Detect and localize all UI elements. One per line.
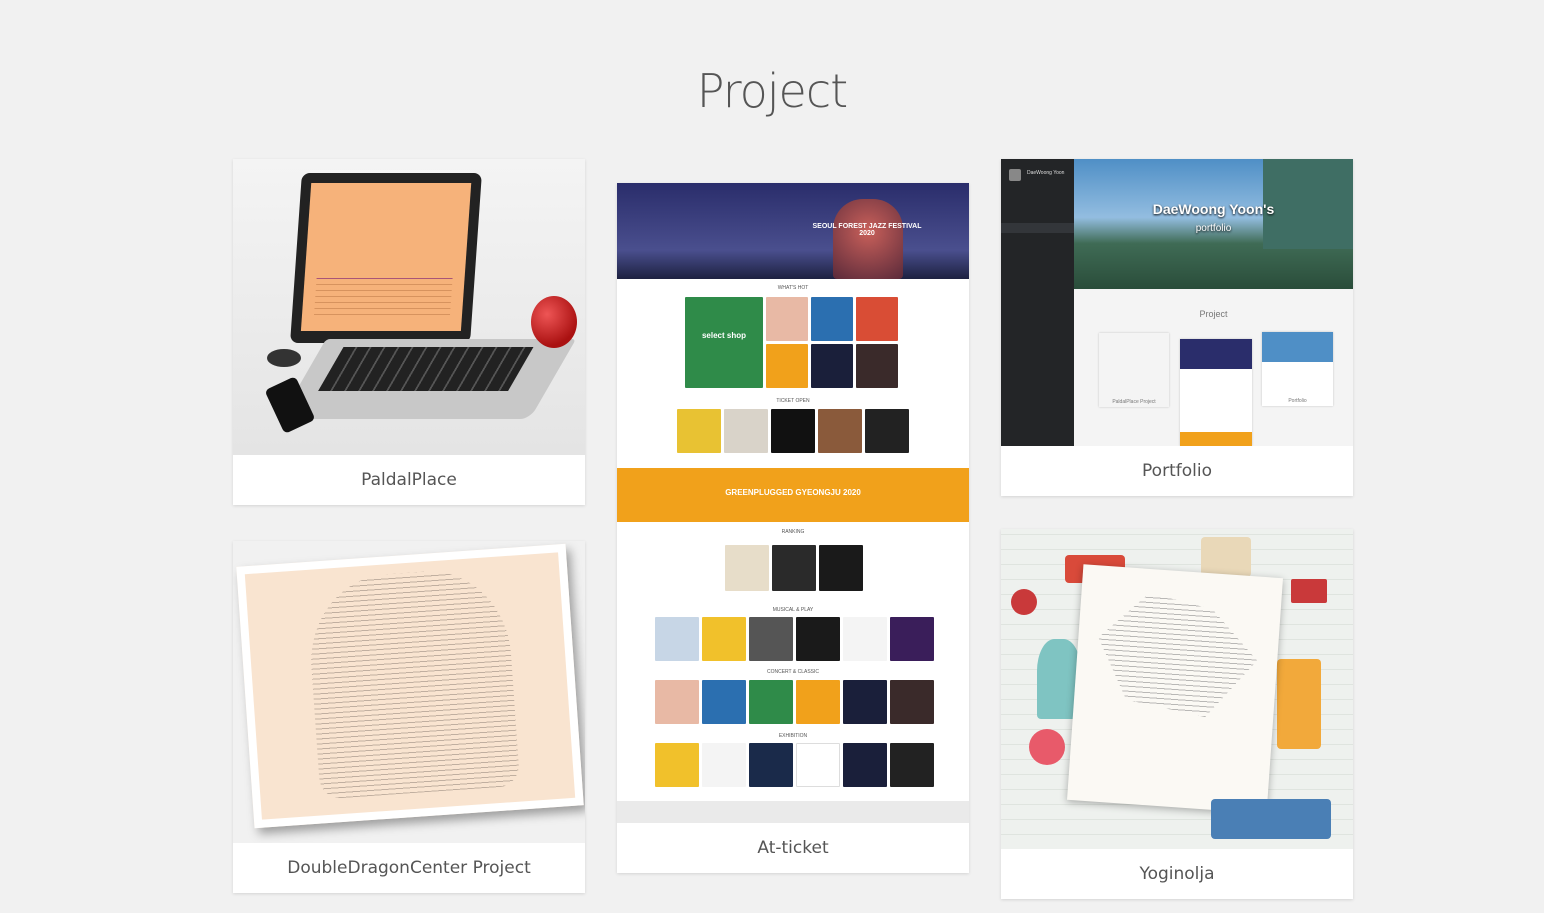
- project-thumbnail[interactable]: SEOUL FOREST JAZZ FESTIVAL 2020 WHAT'S H…: [617, 183, 969, 823]
- project-card-paldalplace[interactable]: PaldalPlace: [233, 159, 585, 505]
- ascii-art-paper-icon: [236, 543, 584, 829]
- poster-grid: [655, 680, 934, 724]
- poster-grid: [655, 617, 934, 661]
- poster-grid: [655, 743, 934, 787]
- poster-grid: [677, 409, 909, 453]
- project-caption[interactable]: Yoginolja: [1001, 849, 1353, 899]
- laptop-keyboard-icon: [279, 339, 577, 419]
- city-icon: [1211, 799, 1331, 839]
- project-card-portfolio[interactable]: DaeWoong Yoon DaeWoong Yoon's portfolio …: [1001, 159, 1353, 496]
- section-label: EXHIBITION: [778, 733, 808, 739]
- lantern-icon: [1011, 589, 1037, 615]
- hero-subtitle: portfolio: [1195, 223, 1232, 234]
- hero-image: DaeWoong Yoon's portfolio: [1074, 159, 1353, 289]
- balloon-icon: [1029, 729, 1065, 765]
- section-label: MUSICAL & PLAY: [772, 607, 814, 613]
- project-caption[interactable]: Portfolio: [1001, 446, 1353, 496]
- project-thumbnail[interactable]: [1001, 529, 1353, 849]
- mini-card: [1180, 339, 1252, 446]
- hero-title: DaeWoong Yoon's: [1152, 201, 1275, 217]
- poster-text: select shop: [701, 331, 746, 340]
- hero-text: SEOUL FOREST JAZZ FESTIVAL 2020: [812, 223, 922, 237]
- tower-icon: [1277, 659, 1321, 749]
- building-icon: [1201, 537, 1251, 577]
- section-label: WHAT'S HOT: [777, 285, 809, 291]
- section-label: TICKET OPEN: [776, 398, 810, 404]
- jukebox-icon: [833, 199, 903, 279]
- project-thumbnail[interactable]: [233, 159, 585, 455]
- project-card-doubledragoncenter[interactable]: DoubleDragonCenter Project: [233, 541, 585, 893]
- sidebar-preview: DaeWoong Yoon: [1001, 159, 1074, 446]
- project-card-at-ticket[interactable]: SEOUL FOREST JAZZ FESTIVAL 2020 WHAT'S H…: [617, 183, 969, 873]
- mini-caption: Portfolio: [1288, 398, 1307, 404]
- apple-icon: [531, 296, 577, 348]
- project-thumbnail[interactable]: DaeWoong Yoon DaeWoong Yoon's portfolio …: [1001, 159, 1353, 446]
- poster-grid: [725, 545, 863, 591]
- site-footer: [617, 801, 969, 823]
- user-name: DaeWoong Yoon: [1027, 170, 1065, 176]
- mini-caption: PaldalPlace Project: [1112, 399, 1156, 405]
- ascii-map-sheet-icon: [1067, 564, 1283, 814]
- project-thumbnail[interactable]: [233, 541, 585, 843]
- project-caption[interactable]: PaldalPlace: [233, 455, 585, 505]
- section-title: Project: [1199, 309, 1228, 319]
- avatar: [1009, 169, 1021, 181]
- flag-icon: [1291, 579, 1327, 603]
- section-label: RANKING: [781, 529, 805, 535]
- project-caption[interactable]: DoubleDragonCenter Project: [233, 843, 585, 893]
- hero-banner: SEOUL FOREST JAZZ FESTIVAL 2020: [617, 183, 969, 279]
- project-caption[interactable]: At-ticket: [617, 823, 969, 873]
- project-card-yoginolja[interactable]: Yoginolja: [1001, 529, 1353, 899]
- section-label: CONCERT & CLASSIC: [766, 669, 820, 675]
- watch-icon: [267, 349, 301, 367]
- promo-banner: GREENPLUGGED GYEONGJU 2020: [617, 468, 969, 522]
- banner-text: GREENPLUGGED GYEONGJU 2020: [725, 488, 861, 497]
- poster-grid: select shop: [685, 297, 898, 388]
- mini-card: PaldalPlace Project: [1099, 333, 1169, 407]
- mini-card: Portfolio: [1262, 332, 1333, 406]
- page-title: Project: [696, 64, 848, 118]
- laptop-screen-icon: [290, 173, 482, 343]
